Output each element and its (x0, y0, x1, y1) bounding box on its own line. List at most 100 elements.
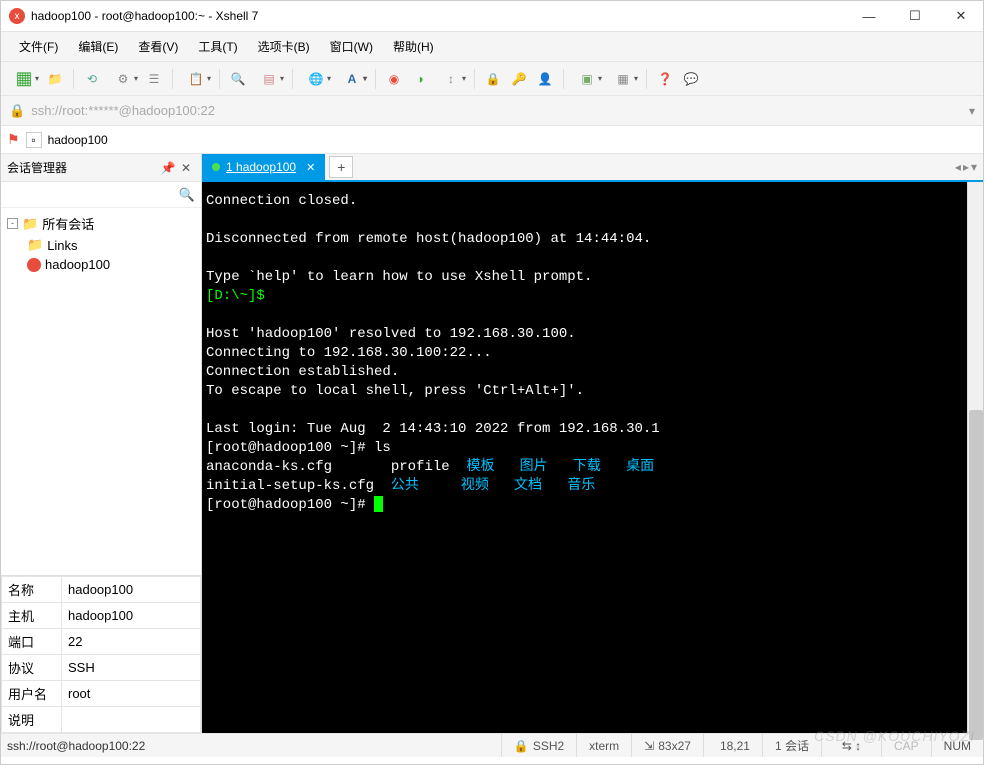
scrollbar-thumb[interactable] (969, 410, 983, 740)
prop-user-val: root (62, 681, 201, 707)
menu-tabs[interactable]: 选项卡(B) (250, 34, 318, 59)
script-icon[interactable]: ▣ (570, 67, 604, 91)
toolbar: ▦ 📁 ⟲ ⚙ ☰ 📋 🔍 ▤ 🌐 A ◉ ◑ ↕ 🔒 🔑 👤 ▣ ▦ ❓ 💬 (1, 62, 983, 96)
xshell-icon[interactable]: ◉ (382, 67, 406, 91)
breadcrumb: ⚑ ▫ hadoop100 (1, 126, 983, 154)
menu-window[interactable]: 窗口(W) (322, 34, 381, 59)
feedback-icon[interactable]: 💬 (679, 67, 703, 91)
properties-icon[interactable]: ☰ (142, 67, 166, 91)
prop-port-val: 22 (62, 629, 201, 655)
help-icon[interactable]: ❓ (653, 67, 677, 91)
status-ssh: 🔒SSH2 (502, 734, 577, 757)
divider (172, 69, 173, 89)
minimize-button[interactable]: — (855, 6, 883, 26)
prop-name-val: hadoop100 (62, 577, 201, 603)
close-button[interactable]: ✕ (947, 6, 975, 26)
tab-close-icon[interactable]: ✕ (306, 161, 315, 174)
maximize-button[interactable]: ☐ (901, 6, 929, 26)
divider (292, 69, 293, 89)
key-icon[interactable]: 🔑 (507, 67, 531, 91)
session-properties: 名称hadoop100 主机hadoop100 端口22 协议SSH 用户名ro… (1, 575, 201, 733)
layout-icon[interactable]: ▦ (606, 67, 640, 91)
globe-icon[interactable]: 🌐 (299, 67, 333, 91)
tab-menu-icon[interactable]: ▾ (971, 160, 977, 174)
reconnect-icon[interactable]: ⟲ (80, 67, 104, 91)
prop-host-val: hadoop100 (62, 603, 201, 629)
cursor (374, 496, 383, 512)
window-title: hadoop100 - root@hadoop100:~ - Xshell 7 (31, 9, 855, 23)
session-label: hadoop100 (45, 257, 110, 272)
tab-next-icon[interactable]: ▸ (963, 160, 969, 174)
session-tree: - 📁 所有会话 📁 Links hadoop100 (1, 208, 201, 575)
add-tab-button[interactable]: + (329, 156, 353, 178)
xftp-icon[interactable]: ◑ (408, 67, 432, 91)
lock-icon: 🔒 (9, 103, 25, 119)
prop-user-key: 用户名 (2, 681, 62, 707)
status-pos: ⵺ 18,21 (704, 734, 763, 757)
copy-icon[interactable]: 📋 (179, 67, 213, 91)
status-connection: ssh://root@hadoop100:22 (1, 734, 502, 757)
pin-icon[interactable]: 📌 (159, 161, 177, 175)
panel-header: 会话管理器 📌 ✕ (1, 154, 201, 182)
divider (646, 69, 647, 89)
address-input[interactable] (31, 103, 963, 118)
prop-name-key: 名称 (2, 577, 62, 603)
root-label: 所有会话 (42, 214, 94, 233)
menu-edit[interactable]: 编辑(E) (70, 34, 126, 59)
close-panel-icon[interactable]: ✕ (177, 161, 195, 175)
status-term: xterm (577, 734, 632, 757)
folder-icon: 📁 (22, 216, 38, 232)
panel-title: 会话管理器 (7, 159, 67, 176)
tree-root[interactable]: - 📁 所有会话 (7, 212, 195, 235)
menu-help[interactable]: 帮助(H) (385, 34, 442, 59)
search-icon[interactable]: 🔍 (226, 67, 250, 91)
menu-view[interactable]: 查看(V) (130, 34, 186, 59)
status-dot-icon (212, 163, 220, 171)
session-icon (27, 258, 41, 272)
dropdown-icon[interactable]: ▾ (969, 104, 975, 118)
breadcrumb-label: hadoop100 (48, 133, 108, 147)
terminal[interactable]: Connection closed. Disconnected from rem… (202, 182, 967, 733)
window-controls: — ☐ ✕ (855, 6, 975, 26)
divider (375, 69, 376, 89)
tree-links[interactable]: 📁 Links (27, 235, 195, 255)
status-size: ⇲ 83x27 (632, 734, 704, 757)
disconnect-icon[interactable]: ⚙ (106, 67, 140, 91)
menu-tools[interactable]: 工具(T) (190, 34, 245, 59)
transfer-icon[interactable]: ↕ (434, 67, 468, 91)
prop-proto-val: SSH (62, 655, 201, 681)
tab-prev-icon[interactable]: ◂ (955, 160, 961, 174)
tree-session-hadoop100[interactable]: hadoop100 (27, 255, 195, 274)
menu-file[interactable]: 文件(F) (11, 34, 66, 59)
open-icon[interactable]: 📁 (43, 67, 67, 91)
folder-icon: 📁 (27, 237, 43, 253)
font-icon[interactable]: A (335, 67, 369, 91)
flag-icon[interactable]: ⚑ (7, 131, 20, 148)
divider (73, 69, 74, 89)
tab-strip: 1 hadoop100 ✕ + ◂ ▸ ▾ (202, 154, 983, 182)
address-bar: 🔒 ▾ (1, 96, 983, 126)
prop-host-key: 主机 (2, 603, 62, 629)
lock-icon: 🔒 (514, 739, 529, 753)
prop-proto-key: 协议 (2, 655, 62, 681)
highlight-icon[interactable]: ▤ (252, 67, 286, 91)
scrollbar[interactable] (967, 182, 983, 733)
menu-bar: 文件(F) 编辑(E) 查看(V) 工具(T) 选项卡(B) 窗口(W) 帮助(… (1, 32, 983, 62)
divider (563, 69, 564, 89)
new-session-icon[interactable]: ▦ (7, 67, 41, 91)
lock-icon[interactable]: 🔒 (481, 67, 505, 91)
tab-hadoop100[interactable]: 1 hadoop100 ✕ (202, 154, 325, 180)
prop-port-key: 端口 (2, 629, 62, 655)
prop-desc-val (62, 707, 201, 733)
divider (219, 69, 220, 89)
links-label: Links (47, 238, 77, 253)
search-row: 🔍 (1, 182, 201, 208)
search-icon[interactable]: 🔍 (179, 187, 195, 203)
app-icon: x (9, 8, 25, 24)
expander-icon[interactable]: - (7, 218, 18, 229)
prop-desc-key: 说明 (2, 707, 62, 733)
watermark: CSDN @KOUCHIYOZI (814, 728, 975, 744)
session-icon: ▫ (26, 132, 42, 148)
user-icon[interactable]: 👤 (533, 67, 557, 91)
session-manager-panel: 会话管理器 📌 ✕ 🔍 - 📁 所有会话 📁 Links hadoop100 (1, 154, 202, 733)
